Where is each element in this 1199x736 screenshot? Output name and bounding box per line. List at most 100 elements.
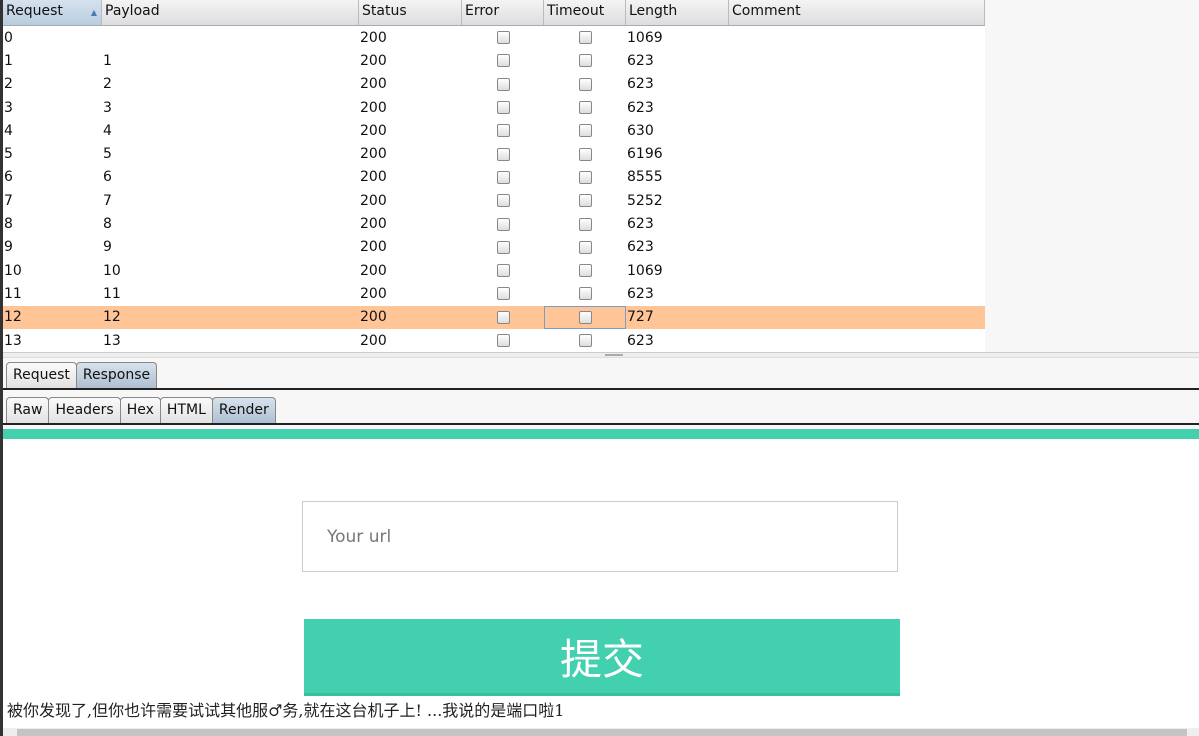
tab-response[interactable]: Response bbox=[75, 362, 158, 388]
cell-request: 10 bbox=[4, 262, 22, 279]
error-checkbox[interactable] bbox=[496, 264, 510, 278]
timeout-checkbox[interactable] bbox=[578, 54, 592, 68]
tab-html[interactable]: HTML bbox=[159, 397, 213, 423]
timeout-checkbox[interactable] bbox=[578, 240, 592, 254]
error-checkbox[interactable] bbox=[496, 124, 510, 138]
cell-request: 6 bbox=[4, 169, 13, 186]
table-row[interactable]: 10 10 200 1069 bbox=[3, 259, 985, 282]
error-checkbox[interactable] bbox=[496, 310, 510, 324]
cell-length: 1069 bbox=[627, 29, 663, 46]
horizontal-scrollbar[interactable] bbox=[3, 728, 1199, 736]
table-row[interactable]: 3 3 200 623 bbox=[3, 96, 985, 119]
column-request[interactable]: Request ▲ bbox=[3, 0, 102, 25]
timeout-checkbox[interactable] bbox=[578, 287, 592, 301]
cell-comment bbox=[729, 49, 985, 72]
error-checkbox[interactable] bbox=[496, 217, 510, 231]
cell-status: 200 bbox=[360, 216, 387, 233]
cell-payload: 8 bbox=[103, 216, 112, 233]
timeout-cell bbox=[544, 329, 626, 352]
error-cell bbox=[462, 73, 544, 96]
error-cell bbox=[462, 236, 544, 259]
cell-payload: 2 bbox=[103, 76, 112, 93]
timeout-cell bbox=[544, 49, 626, 72]
column-timeout[interactable]: Timeout bbox=[544, 0, 626, 25]
error-cell bbox=[462, 212, 544, 235]
timeout-cell bbox=[544, 189, 626, 212]
table-row[interactable]: 7 7 200 5252 bbox=[3, 189, 985, 212]
table-row[interactable]: 9 9 200 623 bbox=[3, 236, 985, 259]
column-error[interactable]: Error bbox=[462, 0, 544, 25]
timeout-checkbox[interactable] bbox=[578, 101, 592, 115]
timeout-checkbox[interactable] bbox=[578, 334, 592, 347]
cell-length: 8555 bbox=[627, 169, 663, 186]
table-row[interactable]: 1 1 200 623 bbox=[3, 49, 985, 72]
table-row[interactable]: 12 12 200 727 bbox=[3, 305, 985, 329]
column-comment[interactable]: Comment bbox=[729, 0, 985, 25]
scrollbar-thumb[interactable] bbox=[17, 729, 1187, 736]
table-body: 0 200 1069 1 1 200 623 2 2 200 623 3 3 200 623 4 4 200 630… bbox=[3, 26, 985, 352]
tab-render[interactable]: Render bbox=[211, 397, 276, 423]
table-row[interactable]: 13 13 200 623 bbox=[3, 329, 985, 352]
error-checkbox[interactable] bbox=[496, 240, 510, 254]
error-checkbox[interactable] bbox=[496, 31, 510, 45]
divider-grip[interactable] bbox=[605, 354, 623, 356]
error-checkbox[interactable] bbox=[496, 287, 510, 301]
tab-raw[interactable]: Raw bbox=[6, 397, 50, 423]
timeout-checkbox[interactable] bbox=[578, 77, 592, 91]
column-status[interactable]: Status bbox=[359, 0, 462, 25]
timeout-checkbox[interactable] bbox=[578, 31, 592, 45]
results-table: Request ▲ Payload Status Error Timeout Le… bbox=[3, 0, 985, 353]
cell-request: 12 bbox=[4, 309, 22, 326]
error-checkbox[interactable] bbox=[496, 334, 510, 347]
tab-hex[interactable]: Hex bbox=[119, 397, 161, 423]
cell-comment bbox=[729, 166, 985, 189]
timeout-checkbox[interactable] bbox=[578, 194, 592, 208]
cell-payload: 11 bbox=[103, 285, 121, 302]
timeout-checkbox[interactable] bbox=[578, 170, 592, 184]
error-checkbox[interactable] bbox=[496, 170, 510, 184]
cell-request: 0 bbox=[4, 29, 13, 46]
error-checkbox[interactable] bbox=[496, 77, 510, 91]
timeout-cell bbox=[544, 212, 626, 235]
timeout-checkbox[interactable] bbox=[578, 124, 592, 138]
tab-request[interactable]: Request bbox=[6, 362, 77, 388]
cell-status: 200 bbox=[360, 52, 387, 69]
timeout-checkbox[interactable] bbox=[578, 217, 592, 231]
table-row[interactable]: 0 200 1069 bbox=[3, 26, 985, 49]
timeout-checkbox[interactable] bbox=[578, 264, 592, 278]
cell-payload: 10 bbox=[103, 262, 121, 279]
table-row[interactable]: 11 11 200 623 bbox=[3, 282, 985, 305]
cell-comment bbox=[729, 212, 985, 235]
cell-payload: 5 bbox=[103, 146, 112, 163]
timeout-cell bbox=[544, 259, 626, 282]
error-cell bbox=[462, 142, 544, 165]
table-row[interactable]: 4 4 200 630 bbox=[3, 119, 985, 142]
cell-request: 4 bbox=[4, 122, 13, 139]
cell-comment bbox=[729, 259, 985, 282]
error-checkbox[interactable] bbox=[496, 101, 510, 115]
split-pane-divider[interactable] bbox=[3, 352, 1199, 358]
error-checkbox[interactable] bbox=[496, 147, 510, 161]
column-label: Request bbox=[6, 3, 63, 19]
cell-payload: 1 bbox=[103, 52, 112, 69]
cell-status: 200 bbox=[360, 76, 387, 93]
table-row[interactable]: 2 2 200 623 bbox=[3, 73, 985, 96]
url-input[interactable]: Your url bbox=[302, 501, 898, 572]
error-checkbox[interactable] bbox=[496, 194, 510, 208]
column-length[interactable]: Length bbox=[626, 0, 729, 25]
tab-headers[interactable]: Headers bbox=[48, 397, 121, 423]
timeout-checkbox[interactable] bbox=[578, 147, 592, 161]
column-payload[interactable]: Payload bbox=[102, 0, 359, 25]
table-row[interactable]: 5 5 200 6196 bbox=[3, 142, 985, 165]
cell-status: 200 bbox=[360, 239, 387, 256]
cell-comment bbox=[729, 96, 985, 119]
cell-comment bbox=[729, 329, 985, 352]
cell-comment bbox=[729, 73, 985, 96]
cell-payload: 13 bbox=[103, 332, 121, 349]
table-row[interactable]: 6 6 200 8555 bbox=[3, 166, 985, 189]
timeout-checkbox[interactable] bbox=[578, 310, 592, 324]
error-checkbox[interactable] bbox=[496, 54, 510, 68]
table-row[interactable]: 8 8 200 623 bbox=[3, 212, 985, 235]
cell-request: 7 bbox=[4, 192, 13, 209]
submit-button[interactable]: 提交 bbox=[304, 619, 900, 696]
